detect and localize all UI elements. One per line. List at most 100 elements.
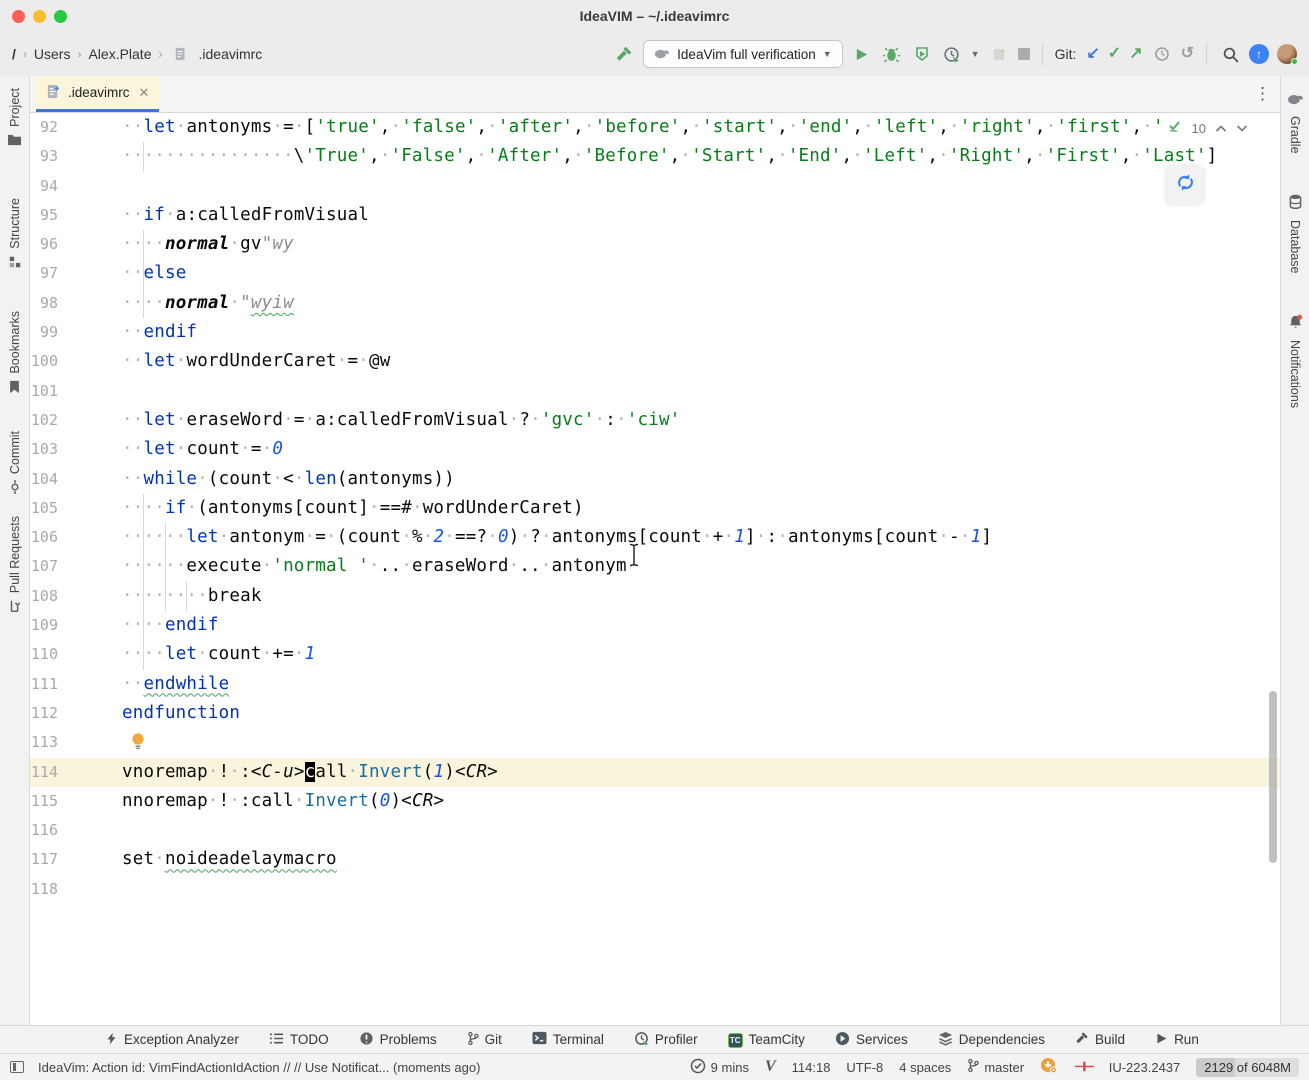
right-tool-stripe: Gradle Database Notifications [1280,76,1309,1025]
run-more-chevron-icon[interactable]: ▼ [971,49,980,59]
git-push-icon[interactable]: ↗ [1129,46,1142,62]
breadcrumb-item[interactable]: Users [34,46,71,62]
code-editor[interactable]: 92 ··let·antonyms·=·['true',·'false',·'af… [30,113,1280,1025]
status-item-2129-of-6048m[interactable]: 2129 of 6048M [1196,1057,1299,1077]
prev-warning-chevron-icon[interactable] [1215,121,1227,136]
title-bar: IdeaVIM – ~/.ideavimrc [0,0,1309,32]
breadcrumb-item[interactable]: .ideavimrc [199,46,263,62]
code-line: 94 [30,172,1280,201]
debug-button[interactable] [881,43,903,65]
teamcity-icon: TC [727,1031,743,1048]
window-title: IdeaVIM – ~/.ideavimrc [579,8,730,24]
toolwindow-button-teamcity[interactable]: TC TeamCity [727,1031,805,1048]
memory-indicator[interactable]: 2129 of 6048M [1196,1057,1299,1077]
sidebar-item-pull-requests[interactable]: Pull Requests [0,516,29,618]
run-config-select[interactable]: IdeaVim full verification ▼ [643,40,843,68]
git-commit-check-icon[interactable]: ✓ [1108,46,1121,62]
breadcrumb-item[interactable]: / [12,46,16,62]
play-gray-icon [1155,1032,1168,1048]
folder-icon [7,133,22,151]
line-number: 104 [30,469,58,488]
git-update-icon[interactable]: ↙ [1086,46,1099,62]
stripe-label: Pull Requests [7,516,22,594]
sidebar-item-gradle[interactable]: Gradle [1281,92,1309,154]
gradle-elephant-icon [654,47,670,62]
sidebar-item-database[interactable]: Database [1281,194,1309,274]
profile-button[interactable] [941,43,963,65]
sidebar-item-notifications[interactable]: Notifications [1281,314,1309,408]
file-icon [46,84,61,102]
toolwindow-button-terminal[interactable]: Terminal [532,1031,604,1048]
toolwindow-label: Services [855,1032,908,1047]
line-number: 103 [30,440,58,459]
code-text: ··let·eraseWord·=·a:calledFromVisual·?·'… [122,409,681,430]
status-item-iu-223-2437[interactable]: IU-223.2437 [1109,1060,1181,1075]
tab-ideavimrc[interactable]: .ideavimrc ✕ [36,76,160,112]
toolwindow-button-dependencies[interactable]: Dependencies [938,1031,1045,1049]
code-line: 92 ··let·antonyms·=·['true',·'false',·'af… [30,113,1280,142]
minimize-window-button[interactable] [33,10,46,23]
tool-window-toggle-icon[interactable] [10,1061,24,1073]
line-number: 99 [39,323,58,342]
toolwindow-button-exception-analyzer[interactable]: Exception Analyzer [105,1031,239,1049]
ide-update-icon[interactable]: ↑ [1249,44,1269,64]
hammer-gray-icon [1075,1031,1089,1048]
code-text: ··let·wordUnderCaret·=·@w [122,351,391,372]
toolwindow-button-todo[interactable]: TODO [269,1032,329,1048]
status-message[interactable]: IdeaVim: Action id: VimFindActionIdActio… [38,1060,480,1075]
sidebar-item-bookmarks[interactable]: Bookmarks [0,311,29,399]
code-text: set·noideadelaymacro [122,849,337,870]
status-item-utf-8[interactable]: UTF-8 [846,1060,883,1075]
rollback-icon[interactable]: ↺ [1181,46,1194,62]
toolwindow-button-problems[interactable]: Problems [359,1031,437,1049]
breadcrumb-item[interactable]: Alex.Plate [88,46,151,62]
code-text: ··let·count·=·0 [122,439,284,460]
reload-file-button[interactable] [1165,165,1205,205]
history-clock-icon[interactable] [1151,43,1173,65]
stripe-label: Bookmarks [7,311,22,374]
code-text: ················\'True',·'False',·'After… [122,146,1218,167]
run-with-coverage-button[interactable] [911,43,933,65]
line-number: 108 [30,586,58,605]
avatar[interactable] [1277,44,1298,65]
clock-check-icon [690,1058,706,1077]
code-line: 98 ····normal·"wyiw [30,289,1280,318]
toolwindow-label: Build [1095,1032,1126,1047]
close-window-button[interactable] [12,10,25,23]
toolwindow-button-run[interactable]: Run [1155,1032,1199,1048]
elephant-icon [1287,92,1304,110]
close-tab-icon[interactable]: ✕ [139,85,150,101]
stripe-label: Database [1288,220,1302,274]
sidebar-item-project[interactable]: Project [0,88,29,151]
indent-guide [143,494,145,670]
toolwindow-button-services[interactable]: Services [835,1031,908,1049]
toolwindow-button-profiler[interactable]: Profiler [634,1031,698,1049]
search-icon[interactable] [1219,43,1241,65]
toolwindow-label: TODO [289,1032,329,1047]
status-item-9-mins[interactable]: 9 mins [690,1058,749,1077]
status-item-114-18[interactable]: 114:18 [792,1060,831,1075]
status-item[interactable] [1040,1057,1058,1077]
zoom-window-button[interactable] [54,10,67,23]
sidebar-item-commit[interactable]: Commit [0,431,29,499]
toolwindow-button-git[interactable]: Git [467,1031,502,1049]
editor-scrollbar-thumb[interactable] [1269,691,1277,863]
status-label: master [984,1059,1025,1075]
code-text: ······let·antonym·=·(count·%·2·==?·0)·?·… [122,527,993,548]
breadcrumb-separator: › [77,47,82,61]
tab-options-kebab-icon[interactable]: ⋮ [1254,84,1271,104]
next-warning-chevron-icon[interactable] [1236,121,1248,136]
status-item[interactable]: V [765,1058,776,1076]
vim-logo-icon: V [764,1058,776,1075]
sidebar-item-structure[interactable]: Structure [0,198,29,274]
stripe-label: Structure [7,198,22,249]
status-item[interactable]: ⊣⊢ [1074,1059,1095,1075]
stripe-label: Commit [7,431,22,475]
run-button[interactable] [851,43,873,65]
build-hammer-icon[interactable] [613,43,635,65]
status-item-master[interactable]: master [967,1058,1024,1076]
intention-bulb-icon[interactable] [130,732,146,757]
status-item-4-spaces[interactable]: 4 spaces [899,1060,951,1075]
toolwindow-button-build[interactable]: Build [1075,1031,1125,1048]
line-number: 107 [30,557,58,576]
